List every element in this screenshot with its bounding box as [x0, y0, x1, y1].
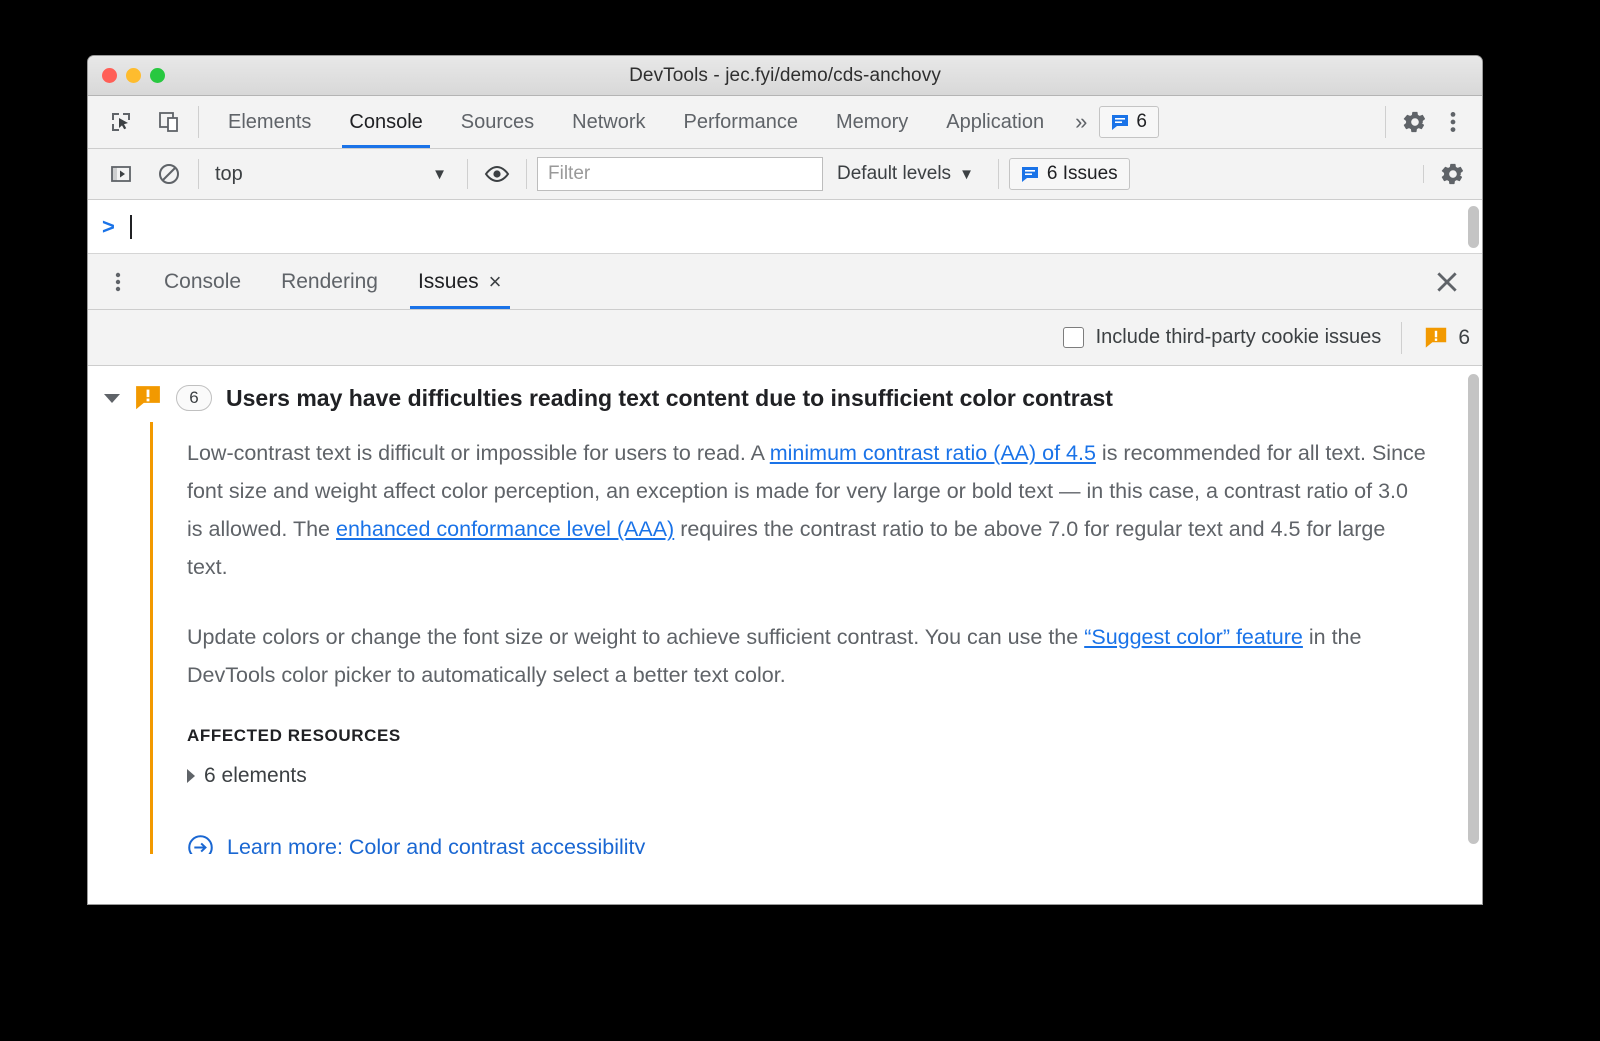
console-sidebar-icon[interactable] — [102, 155, 140, 193]
gear-icon[interactable] — [1434, 155, 1472, 193]
toolbar-divider-right — [1385, 106, 1386, 138]
close-icon — [1437, 271, 1457, 292]
issues-badge-count: 6 — [1136, 111, 1147, 132]
affected-resources-heading: AFFECTED RESOURCES — [187, 726, 401, 745]
triangle-right-icon[interactable] — [187, 769, 195, 783]
prompt-arrow-icon: > — [102, 213, 115, 239]
clear-console-icon[interactable] — [150, 155, 188, 193]
device-toolbar-icon[interactable] — [150, 103, 188, 141]
learn-more-row[interactable]: Learn more: Color and contrast accessibi… — [187, 834, 1440, 854]
tab-console-label: Console — [349, 110, 423, 133]
console-scrollbar-thumb[interactable] — [1468, 206, 1479, 248]
execution-context-select[interactable]: top ▼ — [209, 158, 457, 190]
filter-input[interactable]: Filter — [537, 157, 823, 191]
warning-bubble-icon — [1426, 327, 1447, 348]
drawer-tab-close-icon[interactable]: × — [489, 269, 502, 295]
gear-icon[interactable] — [1396, 103, 1434, 141]
third-party-cookie-toggle[interactable]: Include third-party cookie issues — [1062, 326, 1382, 349]
issues-toolbar: Include third-party cookie issues 6 — [88, 310, 1482, 366]
tab-memory-label: Memory — [836, 110, 909, 133]
more-tabs-label: » — [1075, 109, 1088, 134]
log-levels-label: Default levels — [837, 163, 952, 184]
tab-memory[interactable]: Memory — [817, 96, 927, 148]
chevron-down-icon: ▼ — [959, 165, 974, 183]
issue-header-row[interactable]: 6 Users may have difficulties reading te… — [88, 366, 1482, 422]
tab-application-label: Application — [946, 110, 1045, 133]
devtools-window: DevTools - jec.fyi/demo/cds-anchovy Elem… — [88, 56, 1482, 904]
issues-bubble-icon — [1112, 115, 1129, 130]
tab-performance[interactable]: Performance — [665, 96, 818, 148]
tab-network[interactable]: Network — [553, 96, 664, 148]
chevron-down-icon: ▼ — [432, 165, 447, 183]
drawer-tabbar: Console Rendering Issues × — [88, 254, 1482, 310]
triangle-down-icon[interactable] — [104, 393, 120, 403]
tab-application[interactable]: Application — [927, 96, 1063, 148]
drawer-menu-icon[interactable] — [88, 254, 144, 309]
third-party-cookie-checkbox[interactable] — [1062, 327, 1084, 348]
console-toolbar: top ▼ Filter Default levels ▼ 6 Issues — [88, 149, 1482, 200]
filter-placeholder: Filter — [548, 163, 591, 184]
drawer-tab-console-label: Console — [164, 269, 242, 293]
issue-details: Low-contrast text is difficult or imposs… — [150, 422, 1440, 854]
text-caret — [130, 214, 132, 239]
window-titlebar: DevTools - jec.fyi/demo/cds-anchovy — [88, 56, 1482, 96]
console-toolbar-divider-1 — [198, 159, 199, 189]
issues-scrollbar-thumb[interactable] — [1468, 374, 1479, 844]
panel-tabs: Elements Console Sources Network Perform… — [209, 96, 1063, 148]
kebab-icon[interactable] — [1434, 103, 1472, 141]
console-toolbar-divider-2 — [467, 159, 468, 189]
console-toolbar-divider-4 — [997, 159, 999, 189]
console-toolbar-right — [1413, 155, 1482, 193]
main-toolbar-right — [1375, 96, 1482, 148]
external-link-circle-icon — [188, 835, 213, 854]
tab-elements-label: Elements — [228, 110, 312, 133]
issues-panel: 6 Users may have difficulties reading te… — [88, 366, 1482, 854]
issue-count-badge: 6 — [176, 385, 212, 411]
issues-count-button[interactable]: 6 Issues — [1008, 158, 1130, 190]
console-toolbar-divider-5 — [1423, 165, 1424, 183]
minimum-contrast-ratio-link[interactable]: minimum contrast ratio (AA) of 4.5 — [770, 441, 1096, 465]
drawer-tab-rendering-label: Rendering — [281, 269, 378, 293]
live-expression-icon[interactable] — [478, 155, 516, 193]
drawer-close-button[interactable] — [1412, 254, 1482, 309]
issue-title: Users may have difficulties reading text… — [226, 384, 1113, 411]
tab-performance-label: Performance — [683, 110, 799, 133]
log-levels-select[interactable]: Default levels ▼ — [823, 163, 988, 185]
tab-elements[interactable]: Elements — [209, 96, 330, 148]
suggest-color-feature-link[interactable]: “Suggest color” feature — [1084, 625, 1303, 649]
inspect-element-icon[interactable] — [102, 103, 140, 141]
inspect-tools — [88, 96, 188, 148]
tab-sources[interactable]: Sources — [442, 96, 553, 148]
tab-network-label: Network — [572, 110, 646, 133]
issues-bubble-icon — [1021, 167, 1038, 182]
affected-resources-label: 6 elements — [204, 764, 307, 787]
issue-count-value: 6 — [189, 388, 199, 407]
issue-paragraph-2-part-1: Update colors or change the font size or… — [187, 625, 1085, 649]
warning-bubble-icon — [136, 386, 160, 410]
drawer-tab-rendering[interactable]: Rendering — [261, 254, 398, 309]
issue-paragraph-2: Update colors or change the font size or… — [187, 618, 1427, 694]
more-tabs-icon[interactable]: » — [1063, 96, 1099, 148]
issues-warning-summary: 6 — [1401, 321, 1470, 354]
issues-badge-button[interactable]: 6 — [1099, 106, 1159, 138]
drawer-tab-issues-label: Issues — [417, 269, 479, 293]
tab-sources-label: Sources — [460, 110, 535, 133]
tab-console[interactable]: Console — [330, 96, 441, 148]
affected-resources-item[interactable]: 6 elements — [187, 764, 1440, 788]
issue-paragraph-1-part-1: Low-contrast text is difficult or imposs… — [187, 441, 770, 465]
console-toolbar-divider-3 — [526, 159, 527, 189]
toolbar-divider — [198, 106, 199, 138]
issues-warning-count: 6 — [1458, 325, 1470, 349]
main-toolbar: Elements Console Sources Network Perform… — [88, 96, 1482, 149]
issue-paragraph-1: Low-contrast text is difficult or imposs… — [187, 434, 1427, 586]
third-party-cookie-label: Include third-party cookie issues — [1095, 326, 1382, 348]
drawer-tab-console[interactable]: Console — [144, 254, 261, 309]
learn-more-link[interactable]: Learn more: Color and contrast accessibi… — [227, 835, 645, 854]
window-title: DevTools - jec.fyi/demo/cds-anchovy — [629, 64, 941, 86]
issues-count-label: 6 Issues — [1046, 163, 1118, 184]
enhanced-conformance-link[interactable]: enhanced conformance level (AAA) — [336, 517, 674, 541]
console-prompt-row[interactable]: > — [88, 200, 1482, 254]
drawer-tab-issues[interactable]: Issues × — [398, 254, 522, 309]
execution-context-value: top — [215, 162, 243, 185]
